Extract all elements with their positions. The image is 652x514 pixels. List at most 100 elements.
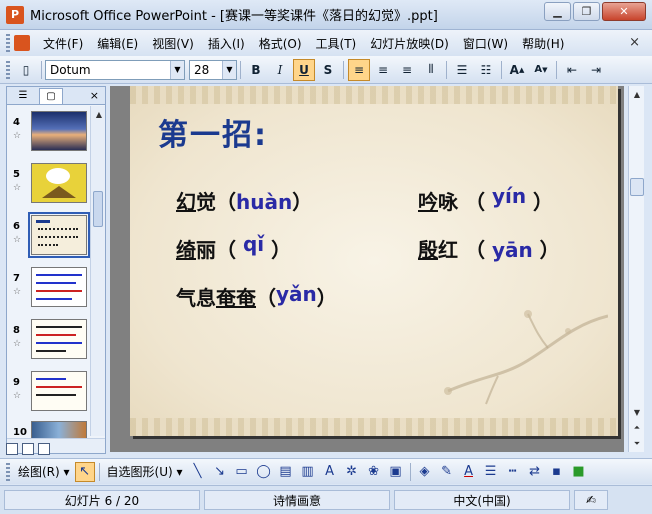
scroll-up-icon[interactable]: ▲	[629, 86, 645, 102]
vocab-pinyin: qǐ	[242, 232, 265, 256]
menu-view[interactable]: 视图(V)	[145, 35, 201, 52]
minimize-button[interactable]: ▁	[544, 2, 571, 21]
scroll-down-icon[interactable]: ▼	[629, 404, 645, 420]
slide-decor-border	[130, 418, 618, 436]
font-color-icon[interactable]: A	[459, 462, 479, 482]
document-close-button[interactable]: ×	[629, 35, 640, 50]
toolbar-grip[interactable]	[6, 462, 10, 481]
arrow-icon[interactable]: ↘	[210, 462, 230, 482]
slide-title[interactable]: 第一招:	[158, 110, 268, 154]
vocab-item[interactable]: 幻觉（huàn）	[176, 186, 312, 215]
slide-editing-area: 第一招: 幻觉（huàn） 吟咏 （ yín ） 绮丽（ qǐ ） 殷红 （ y…	[110, 86, 624, 452]
draw-menu-button[interactable]: 绘图(R) ▾	[14, 463, 74, 480]
font-name-value: Dotum	[50, 62, 91, 77]
menu-help[interactable]: 帮助(H)	[515, 35, 571, 52]
document-icon[interactable]	[14, 35, 30, 51]
animation-star-icon: ☆	[13, 183, 22, 193]
normal-view-icon[interactable]	[6, 443, 18, 455]
slide-thumbnail[interactable]: 10	[9, 421, 97, 439]
slides-tab[interactable]: ▢	[39, 87, 63, 104]
italic-button[interactable]: I	[269, 59, 291, 81]
autoshapes-button[interactable]: 自选图形(U) ▾	[103, 463, 187, 480]
font-size-select[interactable]: 28 ▼	[189, 59, 237, 80]
slide-thumbnail[interactable]: 9 ☆	[9, 371, 97, 415]
chevron-down-icon[interactable]: ▼	[222, 60, 236, 79]
increase-font-icon[interactable]: A ▲	[506, 59, 528, 81]
toolbar-grip[interactable]	[6, 34, 10, 52]
vocab-item[interactable]: 吟咏 （ yín ）	[418, 184, 553, 215]
distribute-icon[interactable]: ⦀	[420, 59, 442, 81]
menu-format[interactable]: 格式(O)	[252, 35, 309, 52]
underline-button[interactable]: U	[293, 58, 315, 81]
oval-icon[interactable]: ◯	[254, 462, 274, 482]
slide-thumbnail[interactable]: 6 ☆	[9, 212, 97, 259]
new-document-icon[interactable]: ▯	[15, 59, 37, 81]
font-name-select[interactable]: Dotum ▼	[45, 59, 185, 80]
align-center-icon[interactable]: ≡	[372, 59, 394, 81]
vocab-pinyin: yǎn	[276, 282, 317, 306]
line-icon[interactable]: ╲	[188, 462, 208, 482]
bold-button[interactable]: B	[245, 59, 267, 81]
design-template-name: 诗情画意	[204, 490, 390, 510]
clipart-icon[interactable]: ❀	[364, 462, 384, 482]
decrease-indent-icon[interactable]: ⇤	[561, 59, 583, 81]
line-color-icon[interactable]: ✎	[437, 462, 457, 482]
increase-indent-icon[interactable]: ⇥	[585, 59, 607, 81]
scroll-up-icon[interactable]: ▲	[91, 106, 107, 122]
vocab-pinyin: yín	[491, 184, 527, 208]
slides-panel-scrollbar[interactable]: ▲	[90, 106, 105, 436]
vocab-item[interactable]: 绮丽（ qǐ ）	[176, 232, 291, 263]
arrow-style-icon[interactable]: ⇄	[525, 462, 545, 482]
scrollbar-thumb[interactable]	[93, 191, 103, 227]
menu-slideshow[interactable]: 幻灯片放映(D)	[363, 35, 456, 52]
spellcheck-icon[interactable]: ✍	[574, 490, 608, 510]
slide-thumbnail[interactable]: 8 ☆	[9, 319, 97, 363]
menu-insert[interactable]: 插入(I)	[201, 35, 252, 52]
menu-tools[interactable]: 工具(T)	[309, 35, 364, 52]
slide-5-preview	[31, 163, 87, 203]
panel-close-button[interactable]: ×	[90, 89, 99, 102]
align-left-icon[interactable]: ≡	[348, 58, 370, 81]
vocab-item[interactable]: 气息奄奄（yǎn）	[176, 282, 337, 311]
align-right-icon[interactable]: ≡	[396, 59, 418, 81]
slide-thumbnail[interactable]: 4 ☆	[9, 111, 97, 155]
rectangle-icon[interactable]: ▭	[232, 462, 252, 482]
decrease-font-icon[interactable]: A ▼	[530, 59, 552, 81]
close-window-button[interactable]: ✕	[602, 2, 646, 21]
slide-4-preview	[31, 111, 87, 151]
shadow-button[interactable]: S	[317, 59, 339, 81]
animation-star-icon: ☆	[13, 287, 22, 297]
select-pointer-icon[interactable]: ↖	[74, 461, 95, 482]
bullets-icon[interactable]: ☷	[475, 59, 497, 81]
chevron-down-icon[interactable]: ▼	[170, 60, 184, 79]
fill-color-icon[interactable]: ◈	[415, 462, 435, 482]
3d-style-icon[interactable]: ■	[569, 462, 589, 482]
vertical-textbox-icon[interactable]: ▥	[298, 462, 318, 482]
diagram-icon[interactable]: ✲	[342, 462, 362, 482]
wordart-icon[interactable]: A	[320, 462, 340, 482]
slide-thumbnail[interactable]: 7 ☆	[9, 267, 97, 311]
slideshow-view-icon[interactable]	[38, 443, 50, 455]
scrollbar-thumb[interactable]	[630, 178, 644, 196]
slide-vertical-scrollbar[interactable]: ▲ ▼ ⏶ ⏷	[628, 86, 644, 452]
dash-style-icon[interactable]: ┅	[503, 462, 523, 482]
menu-edit[interactable]: 编辑(E)	[90, 35, 145, 52]
numbering-icon[interactable]: ☰	[451, 59, 473, 81]
slide-thumbnail[interactable]: 5 ☆	[9, 163, 97, 207]
previous-slide-icon[interactable]: ⏶	[629, 420, 645, 436]
toolbar-grip[interactable]	[6, 60, 10, 79]
outline-tab[interactable]: ☰	[11, 88, 35, 104]
slide-sorter-icon[interactable]	[22, 443, 34, 455]
shadow-style-icon[interactable]: ▪	[547, 462, 567, 482]
menu-file[interactable]: 文件(F)	[36, 35, 90, 52]
line-style-icon[interactable]: ☰	[481, 462, 501, 482]
vocab-item[interactable]: 殷红 （ yān ）	[418, 234, 560, 263]
slide-9-preview	[31, 371, 87, 411]
picture-icon[interactable]: ▣	[386, 462, 406, 482]
current-slide[interactable]: 第一招: 幻觉（huàn） 吟咏 （ yín ） 绮丽（ qǐ ） 殷红 （ y…	[130, 86, 618, 436]
autoshapes-label: 自选图形(U)	[106, 465, 173, 479]
menu-window[interactable]: 窗口(W)	[456, 35, 515, 52]
textbox-icon[interactable]: ▤	[276, 462, 296, 482]
restore-button[interactable]: ❐	[573, 2, 600, 21]
next-slide-icon[interactable]: ⏷	[629, 436, 645, 452]
